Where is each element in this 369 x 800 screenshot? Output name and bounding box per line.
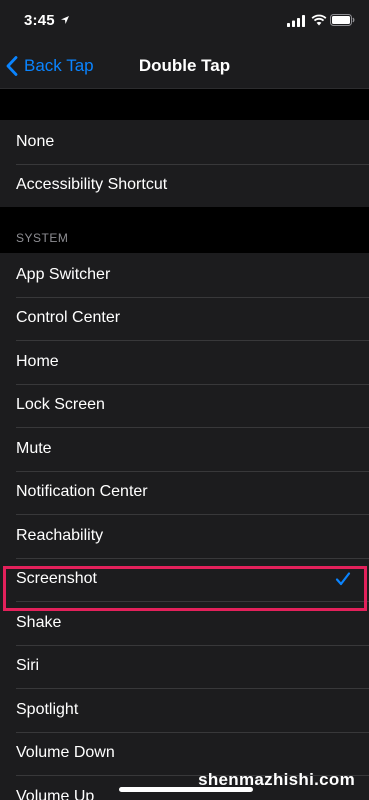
system-group: App Switcher Control Center Home Lock Sc… [0,253,369,800]
option-home[interactable]: Home [0,340,369,384]
back-button-label: Back Tap [24,56,94,75]
option-lock-screen[interactable]: Lock Screen [0,383,369,428]
option-shake[interactable]: Shake [0,601,369,645]
checkmark-icon [335,571,351,585]
top-gap [0,88,369,120]
location-arrow-icon [61,16,69,24]
option-none[interactable]: None [0,120,369,164]
option-siri[interactable]: Siri [0,644,369,689]
status-bar: 3:45 [0,0,369,44]
options-list: None Accessibility Shortcut SYSTEM App S… [0,88,369,800]
nav-bar: Back Tap Double Tap [0,44,369,88]
home-indicator[interactable] [119,787,253,792]
option-screenshot[interactable]: Screenshot [0,557,369,602]
status-time: 3:45 [24,12,55,29]
top-group: None Accessibility Shortcut [0,120,369,207]
cellular-signal-icon [287,15,305,27]
battery-icon [330,14,355,26]
wifi-icon [311,14,327,26]
option-mute[interactable]: Mute [0,427,369,471]
chevron-left-icon [6,56,18,76]
option-volume-down[interactable]: Volume Down [0,731,369,776]
section-header-system: SYSTEM [0,207,369,253]
option-accessibility-shortcut[interactable]: Accessibility Shortcut [0,163,369,208]
option-app-switcher[interactable]: App Switcher [0,253,369,297]
back-button[interactable]: Back Tap [6,44,94,88]
option-control-center[interactable]: Control Center [0,296,369,341]
option-spotlight[interactable]: Spotlight [0,688,369,732]
option-notification-center[interactable]: Notification Center [0,470,369,515]
option-reachability[interactable]: Reachability [0,514,369,558]
